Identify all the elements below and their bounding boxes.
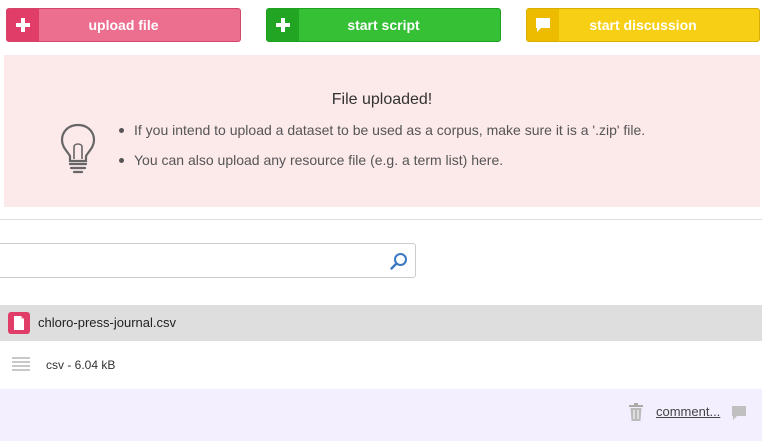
upload-file-button[interactable]: upload file: [6, 8, 241, 42]
start-discussion-label: start discussion: [589, 17, 697, 33]
section-divider: [0, 219, 762, 220]
info-item: You can also upload any resource file (e…: [118, 149, 645, 179]
plus-icon: [267, 9, 299, 41]
comment-link[interactable]: comment...: [656, 404, 720, 419]
start-script-label: start script: [347, 17, 420, 33]
upload-info-panel: File uploaded! If you intend to upload a…: [4, 55, 760, 207]
search-input[interactable]: [7, 250, 381, 274]
lightbulb-icon: [60, 123, 96, 174]
file-meta-row: csv - 6.04 kB: [0, 341, 762, 389]
table-lines-icon: [12, 357, 30, 371]
start-script-button[interactable]: start script: [266, 8, 501, 42]
plus-icon: [7, 9, 39, 41]
info-item: If you intend to upload a dataset to be …: [118, 119, 645, 149]
speech-bubble-icon: [527, 9, 559, 41]
search-box: [0, 243, 416, 278]
upload-file-label: upload file: [88, 17, 159, 33]
file-icon: [8, 312, 30, 334]
file-row[interactable]: chloro-press-journal.csv: [0, 305, 762, 341]
search-icon[interactable]: [389, 251, 409, 271]
file-meta: csv - 6.04 kB: [46, 358, 116, 372]
info-list: If you intend to upload a dataset to be …: [118, 119, 645, 179]
trash-icon[interactable]: [629, 403, 643, 421]
info-title: File uploaded!: [331, 91, 433, 108]
file-name[interactable]: chloro-press-journal.csv: [38, 305, 176, 341]
comment-bar: comment...: [0, 389, 762, 441]
start-discussion-button[interactable]: start discussion: [526, 8, 760, 42]
comment-icon[interactable]: [731, 405, 747, 421]
